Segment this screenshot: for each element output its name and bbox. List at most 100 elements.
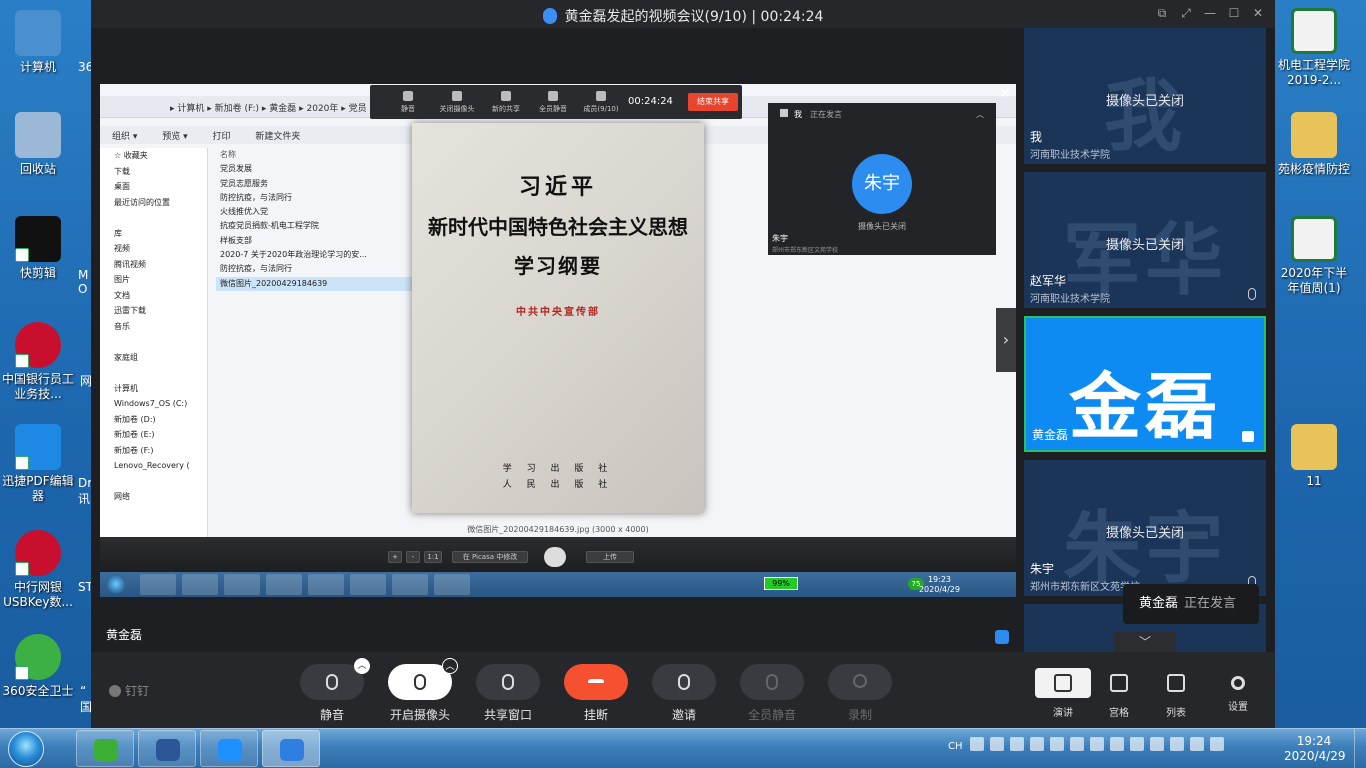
hang-up-button[interactable]: 挂断	[564, 664, 628, 723]
layout-label: 演讲	[1053, 708, 1073, 719]
upload-control: 上传	[586, 551, 634, 563]
float-window-icon[interactable]: ⧉	[1155, 6, 1169, 20]
participant-name: 赵军华	[1030, 274, 1067, 288]
folder-icon	[1291, 112, 1337, 158]
members-icon	[596, 91, 606, 101]
share-members-button[interactable]: 成员(9/10)	[578, 91, 624, 114]
desktop-icon-kuaijianji[interactable]: 快剪辑	[0, 216, 76, 281]
share-toolbar-label: 成员(9/10)	[583, 105, 619, 113]
share-toolbar-label: 全员静音	[539, 105, 567, 113]
screen-share-icon	[1242, 431, 1254, 442]
taskbar-word[interactable]	[138, 730, 196, 767]
mute-button[interactable]: ︿ 静音	[300, 658, 370, 723]
mute-all-button[interactable]: 全员静音	[740, 664, 804, 723]
share-camera-button[interactable]: 关闭摄像头	[434, 91, 480, 114]
show-desktop-button[interactable]	[1354, 729, 1366, 768]
camera-off-icon	[414, 674, 426, 690]
desktop-icon-folder-11[interactable]: 11	[1276, 424, 1352, 489]
wechat-icon[interactable]	[1090, 737, 1104, 751]
plane-app-icon	[218, 739, 242, 761]
pin-button[interactable]: 钉钉	[109, 682, 149, 699]
desktop-icon-boc-staff[interactable]: 中国银行员工业务技...	[0, 322, 76, 402]
hang-up-pill	[564, 664, 628, 700]
taskbar-clock[interactable]: 19:24 2020/4/29	[1284, 734, 1346, 764]
desktop-icon-recycle-bin[interactable]: 回收站	[0, 112, 76, 177]
shared-taskbar-app	[182, 574, 218, 595]
maximize-icon[interactable]: ☐	[1227, 6, 1241, 20]
participant-tile[interactable]: 军华 摄像头已关闭 赵军华 河南职业技术学院	[1024, 172, 1266, 308]
tray-arrow-icon[interactable]	[1010, 737, 1024, 751]
invite-pill	[652, 664, 716, 700]
minimize-icon[interactable]: —	[1203, 6, 1217, 20]
desktop-icon-excel-zhizhou[interactable]: 2020年下半年值周(1)	[1276, 216, 1352, 296]
wechat-icon	[94, 739, 118, 761]
volume-icon[interactable]	[1190, 737, 1204, 751]
signal-icon[interactable]	[1170, 737, 1184, 751]
share-pill	[476, 664, 540, 700]
speaker-window-title: 我	[794, 110, 802, 119]
clock-time: 19:24	[1296, 734, 1332, 748]
desktop-icon-360-safe[interactable]: 360安全卫士	[0, 634, 76, 699]
participant-tile[interactable]: 朱宇 摄像头已关闭 朱宇 郑州市郑东新区文苑学校	[1024, 460, 1266, 596]
collapse-icon[interactable]: ︿	[976, 103, 984, 127]
chevron-down-icon[interactable]: ﹀	[1114, 632, 1176, 652]
battery-icon[interactable]	[1210, 737, 1224, 751]
boc-usbkey-icon	[15, 530, 61, 576]
shared-taskbar-app	[392, 574, 428, 595]
tools-icon[interactable]	[1070, 737, 1084, 751]
help-icon[interactable]	[990, 737, 1004, 751]
layout-grid-button[interactable]: 宫格	[1091, 668, 1147, 719]
participant-camera-off: 摄像头已关闭	[1105, 526, 1184, 541]
participant-tile[interactable]: 我 摄像头已关闭 我 河南职业技术学院	[1024, 28, 1266, 164]
record-button[interactable]: 录制	[828, 664, 892, 723]
desktop-icon-computer[interactable]: 计算机	[0, 10, 76, 75]
taskbar-feishu[interactable]	[200, 730, 258, 767]
layout-speaker-button[interactable]: 演讲	[1035, 668, 1091, 719]
title-bar[interactable]: 黄金磊发起的视频会议(9/10) | 00:24:24 ⧉ ⤢ — ☐ ✕	[91, 0, 1275, 28]
camera-pill: ︿	[388, 658, 458, 700]
desktop-icon-excel-jidian[interactable]: 机电工程学院2019-2...	[1276, 8, 1352, 88]
close-share-view-icon[interactable]: ✕	[997, 86, 1013, 102]
desktop-icon-boc-usbkey[interactable]: 中行网银USBKey数...	[0, 530, 76, 610]
end-share-button[interactable]: 结束共享	[688, 93, 738, 111]
partial-desktop-label: 36	[78, 60, 91, 74]
360-safe-icon[interactable]	[1130, 737, 1144, 751]
chevron-right-icon[interactable]: ›	[996, 308, 1016, 372]
cover-line: 人 民 出 版 社	[502, 480, 614, 490]
pdf-editor-icon	[15, 424, 61, 470]
invite-button[interactable]: 邀请	[652, 664, 716, 723]
clock-date: 2020/4/29	[1284, 749, 1346, 763]
share-mute-button[interactable]: 静音	[385, 91, 431, 114]
share-mute-all-button[interactable]: 全员静音	[530, 91, 576, 114]
keyboard-icon[interactable]	[970, 737, 984, 751]
chevron-up-icon[interactable]: ︿	[442, 658, 458, 674]
settings-label: 设置	[1228, 702, 1248, 713]
participant-org: 河南职业技术学院	[1030, 294, 1110, 305]
mic-icon	[403, 91, 413, 101]
plane-app-icon[interactable]	[1030, 737, 1044, 751]
settings-button[interactable]: 设置	[1223, 676, 1253, 713]
chat-icon[interactable]	[995, 630, 1009, 644]
desktop-icon-pdf-editor[interactable]: 迅捷PDF编辑器	[0, 424, 76, 504]
desktop-icon-folder-yibin[interactable]: 苑彬疫情防控	[1276, 112, 1352, 177]
close-icon[interactable]: ✕	[1251, 6, 1265, 20]
chevron-up-icon[interactable]: ︿	[354, 658, 370, 674]
taskbar-dingtalk[interactable]	[262, 730, 320, 767]
share-window-button[interactable]: 共享窗口	[476, 664, 540, 723]
share-toolbar: 静音 关闭摄像头 新的共享 全员静音 成员(9/10) 00:24:24 结束共…	[370, 85, 742, 119]
ime-indicator[interactable]: CH	[948, 741, 963, 752]
add-user-icon	[678, 674, 690, 690]
fullscreen-icon[interactable]: ⤢	[1179, 6, 1193, 20]
dingtalk-icon[interactable]	[1050, 737, 1064, 751]
taskbar-wechat[interactable]	[76, 730, 134, 767]
shield-icon[interactable]	[1110, 737, 1124, 751]
share-new-button[interactable]: 新的共享	[483, 91, 529, 114]
layout-list-button[interactable]: 列表	[1148, 668, 1204, 719]
speaker-window: 我正在发言 ︿ 朱宇 摄像头已关闭 朱宇 郑州市郑东新区文苑学校	[768, 103, 996, 255]
participant-tile-active[interactable]: 金磊 黄金磊	[1024, 316, 1266, 452]
start-button[interactable]	[8, 731, 44, 767]
start-camera-button[interactable]: ︿ 开启摄像头	[388, 658, 458, 723]
shared-clock-time: 19:23	[927, 575, 952, 584]
network-error-icon[interactable]	[1150, 737, 1164, 751]
share-elapsed-time: 00:24:24	[628, 96, 673, 107]
